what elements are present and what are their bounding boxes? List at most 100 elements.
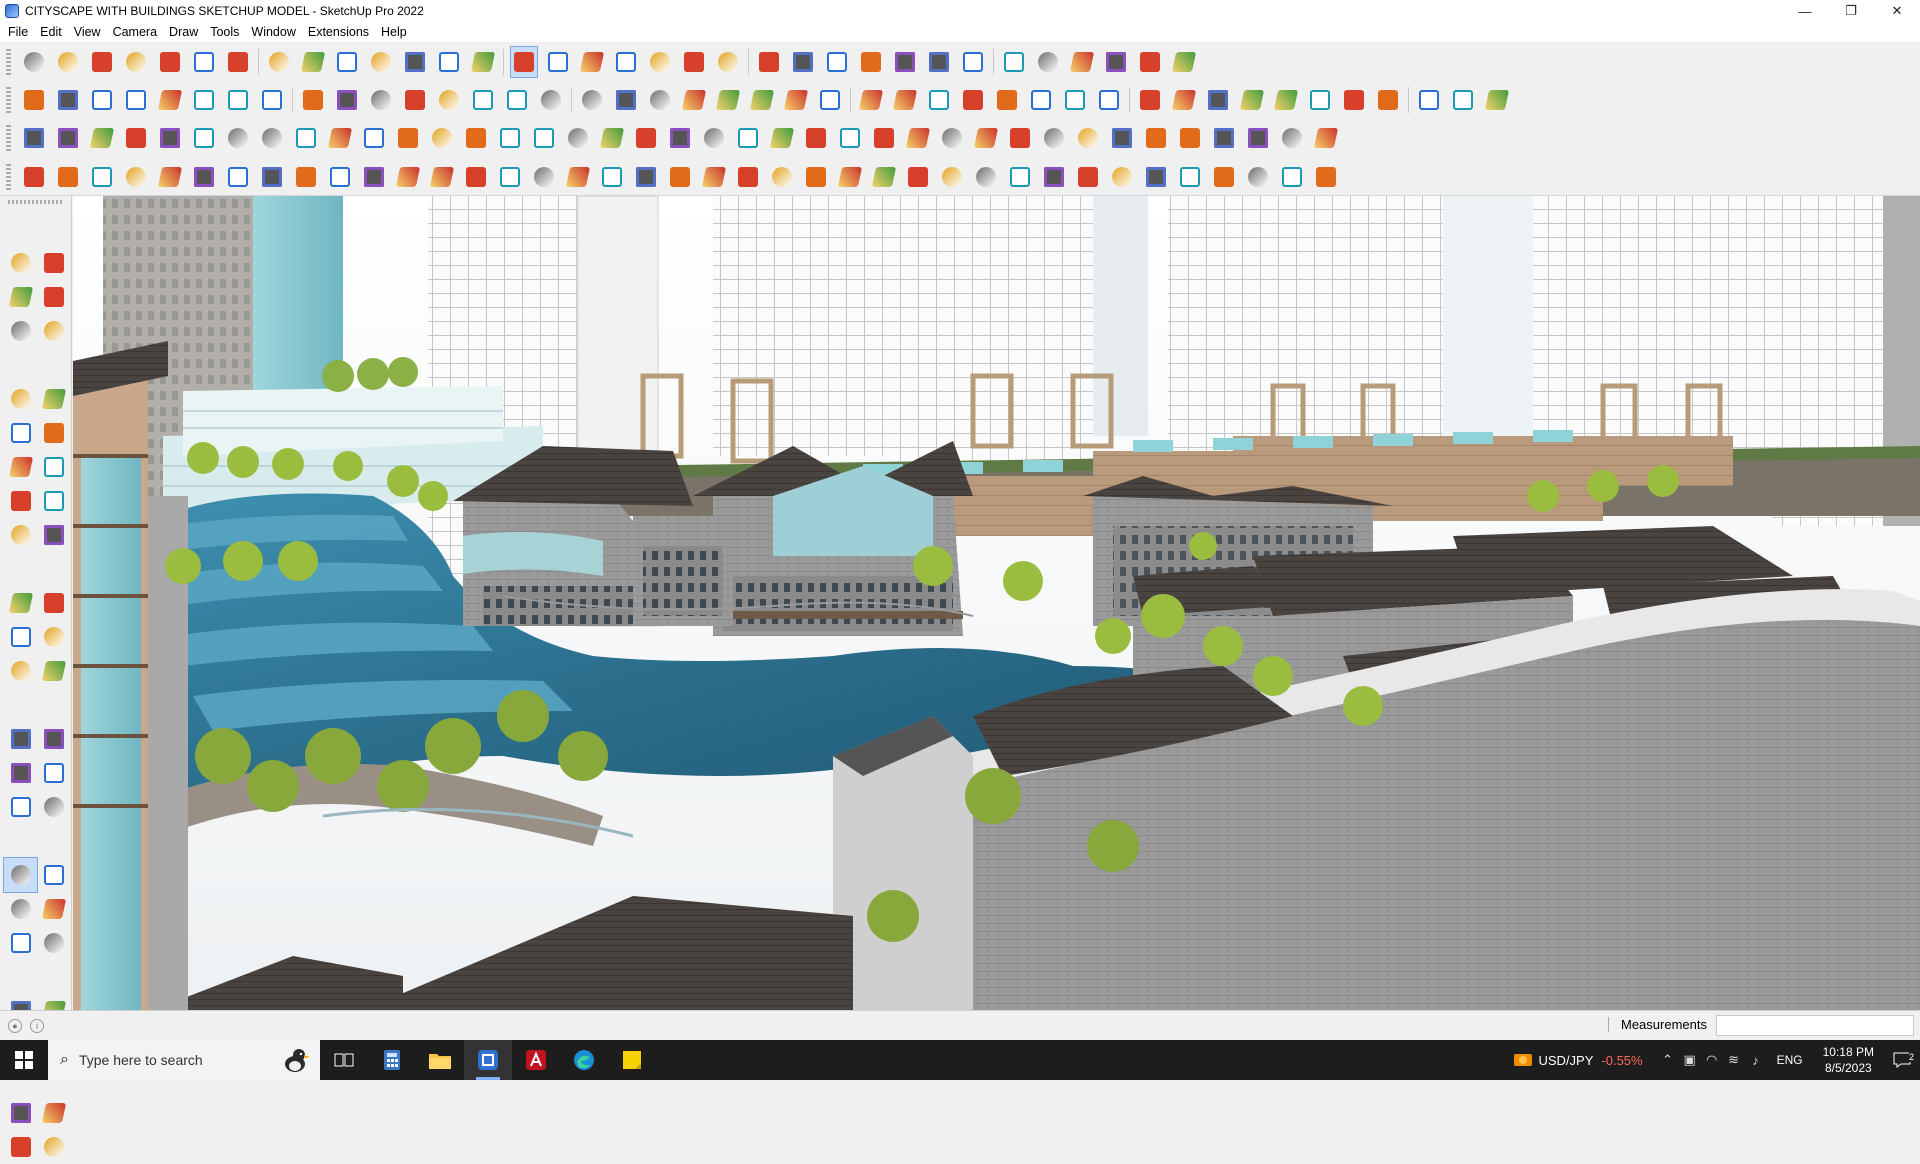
gear-outline-tool-button[interactable] <box>157 162 183 192</box>
protractor-tool-button[interactable] <box>4 756 37 790</box>
geo-location-icon[interactable]: ● <box>8 1019 22 1033</box>
start-button[interactable] <box>0 1040 48 1080</box>
ring-outline-tool-button[interactable] <box>1313 162 1339 192</box>
file-explorer-taskbar-button[interactable] <box>416 1040 464 1080</box>
text-tool-button[interactable] <box>436 47 462 77</box>
stairs-tool-button[interactable] <box>497 162 523 192</box>
orbit-tool-button[interactable] <box>511 47 537 77</box>
blue-x-tool-button[interactable] <box>565 123 591 153</box>
spline-tool-button[interactable] <box>463 123 489 153</box>
menu-file[interactable]: File <box>2 22 34 42</box>
model-viewport[interactable] <box>73 196 1920 1010</box>
mesh-tool-button[interactable] <box>871 162 897 192</box>
spiral-tool-button[interactable] <box>1096 85 1122 115</box>
sphere-tool-button[interactable] <box>293 162 319 192</box>
grid-tool-button[interactable] <box>1307 85 1333 115</box>
loop-tool-button[interactable] <box>1062 85 1088 115</box>
magnet-tool-button[interactable] <box>871 123 897 153</box>
ring-gray-tool-button[interactable] <box>599 162 625 192</box>
ring-tool-button[interactable] <box>858 85 884 115</box>
xray-tool-button[interactable] <box>436 85 462 115</box>
monochrome-tool-button[interactable] <box>647 85 673 115</box>
zoom-extents-tool-button[interactable] <box>4 926 37 960</box>
blue-plane-tool-button[interactable] <box>21 123 47 153</box>
3d-text-tool-button[interactable] <box>1035 47 1061 77</box>
toolbar-grip[interactable] <box>6 164 11 190</box>
barn-tool-button[interactable] <box>749 85 775 115</box>
shapes-tool-button[interactable] <box>1075 123 1101 153</box>
circle-dots-tool-button[interactable] <box>1279 123 1305 153</box>
volume-icon[interactable]: ♪ <box>1745 1053 1767 1068</box>
parallelogram-tool-button[interactable] <box>994 85 1020 115</box>
warning-tool-button[interactable] <box>667 123 693 153</box>
undo-tool-button[interactable] <box>1103 47 1129 77</box>
extension-warehouse-tool-button[interactable] <box>858 47 884 77</box>
menu-edit[interactable]: Edit <box>34 22 68 42</box>
red-cross-tool-button[interactable] <box>497 123 523 153</box>
gear-pink-tool-button[interactable] <box>973 123 999 153</box>
frame-tool-button[interactable] <box>1109 123 1135 153</box>
curve-orange-tool-button[interactable] <box>735 123 761 153</box>
three-point-arc-tool-button[interactable] <box>4 518 37 552</box>
dimension-tool-button[interactable] <box>37 722 70 756</box>
layers-tool-button[interactable] <box>756 47 782 77</box>
shutter-tool-button[interactable] <box>1245 162 1271 192</box>
sticky-notes-taskbar-button[interactable] <box>608 1040 656 1080</box>
bracket-tool-button[interactable] <box>429 123 455 153</box>
paint-tool-button[interactable] <box>402 85 428 115</box>
stock-ticker-widget[interactable]: USD/JPY -0.55% <box>1513 1051 1643 1069</box>
zoom-extents-tool-button[interactable] <box>613 47 639 77</box>
fan-tool-button[interactable] <box>667 162 693 192</box>
rectangle-tool-button[interactable] <box>4 416 37 450</box>
front-view-tool-button[interactable] <box>89 85 115 115</box>
ladder-tool-button[interactable] <box>429 162 455 192</box>
frame-gray-tool-button[interactable] <box>973 162 999 192</box>
polygon-tool-button[interactable] <box>926 85 952 115</box>
solid-split-tool-button[interactable] <box>225 85 251 115</box>
taskbar-search[interactable]: ⌕ Type here to search <box>48 1040 320 1080</box>
chain-tool-button[interactable] <box>395 123 421 153</box>
house-tool-button[interactable] <box>681 85 707 115</box>
task-view-button[interactable] <box>320 1040 368 1080</box>
hatch-tool-button[interactable] <box>1075 162 1101 192</box>
red-plane-tool-button[interactable] <box>157 123 183 153</box>
menu-tools[interactable]: Tools <box>204 22 245 42</box>
yellow-plane-tool-button[interactable] <box>89 123 115 153</box>
spring-tool-button[interactable] <box>531 162 557 192</box>
scale-tool-button[interactable] <box>4 654 37 688</box>
pyramid-tool-button[interactable] <box>1341 85 1367 115</box>
arc-tool-button[interactable] <box>157 47 183 77</box>
paint-bucket-tool-button[interactable] <box>4 280 37 314</box>
menu-window[interactable]: Window <box>245 22 301 42</box>
toolbar-grip[interactable] <box>6 87 11 113</box>
pencil-tool-button[interactable] <box>817 85 843 115</box>
curve-tool-tool-button[interactable] <box>21 162 47 192</box>
pink-eraser-tool-button[interactable] <box>1239 85 1265 115</box>
window-tool-button[interactable] <box>1007 162 1033 192</box>
pan-tool-button[interactable] <box>545 47 571 77</box>
move-tool-button[interactable] <box>300 47 326 77</box>
slant-tool-button[interactable] <box>735 162 761 192</box>
zoom-window-tool-button[interactable] <box>579 47 605 77</box>
section-fill-tool-button[interactable] <box>368 85 394 115</box>
info-icon[interactable]: i <box>30 1019 44 1033</box>
hidden-line-tool-button[interactable] <box>538 85 564 115</box>
green-cross-tool-button[interactable] <box>531 123 557 153</box>
polygon-tool-button[interactable] <box>37 450 70 484</box>
network-icon[interactable]: ◠ <box>1701 1052 1723 1068</box>
styles-tool-button[interactable] <box>715 47 741 77</box>
orange-arc-tool-button[interactable] <box>225 123 251 153</box>
calculator-taskbar-button[interactable] <box>368 1040 416 1080</box>
circle-tool-button[interactable] <box>4 450 37 484</box>
solid-subtract-tool-button[interactable] <box>157 85 183 115</box>
follow-me-tool-button[interactable] <box>266 47 292 77</box>
menu-draw[interactable]: Draw <box>163 22 204 42</box>
green-plane-tool-button[interactable] <box>123 123 149 153</box>
edge-taskbar-button[interactable] <box>560 1040 608 1080</box>
cubes-tool-button[interactable] <box>1313 123 1339 153</box>
gem-tool-button[interactable] <box>1041 123 1067 153</box>
dimension-style-tool-button[interactable] <box>37 1096 70 1130</box>
zoom-window-tool-button[interactable] <box>37 892 70 926</box>
eraser-tool-button[interactable] <box>37 280 70 314</box>
palette-grip[interactable] <box>8 200 64 204</box>
